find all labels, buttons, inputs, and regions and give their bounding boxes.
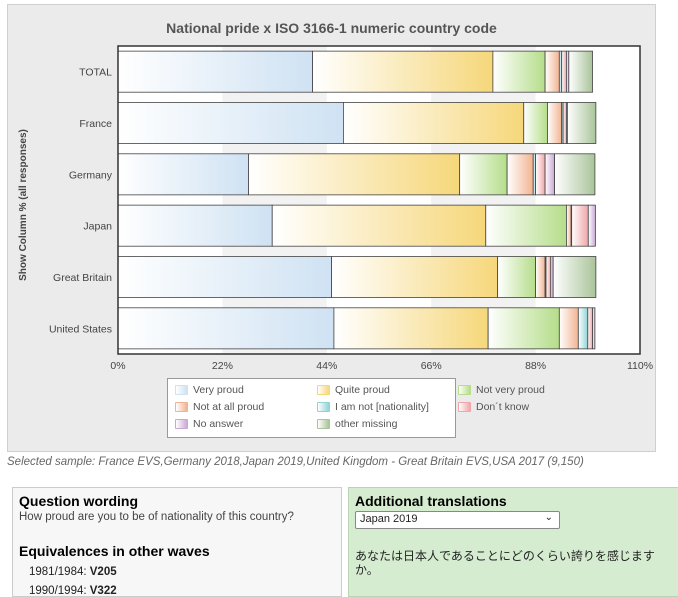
legend-swatch [458, 402, 471, 412]
additional-translations-panel: Additional translations Japan 2019 ⌄ あなた… [348, 487, 678, 597]
legend-item[interactable]: Don´t know [458, 401, 529, 413]
legend-swatch [175, 419, 188, 429]
x-tick-label: 88% [525, 360, 546, 372]
legend-label: Don´t know [476, 401, 530, 413]
wave-label: 1981/1984: [29, 566, 87, 578]
bar-segment[interactable] [312, 50, 494, 93]
chevron-down-icon: ⌄ [544, 512, 553, 523]
bar-segment[interactable] [271, 204, 487, 247]
legend-swatch [317, 402, 330, 412]
legend-item[interactable]: No answer [175, 418, 243, 430]
bar-segment[interactable] [571, 204, 589, 247]
question-wording-panel: Question wording How proud are you to be… [12, 487, 342, 597]
bar-segment[interactable] [566, 204, 572, 247]
wave-label: 1990/1994: [29, 585, 87, 597]
x-tick-label: 66% [421, 360, 442, 372]
bar-segment[interactable] [566, 102, 597, 144]
legend-item[interactable]: other missing [317, 418, 397, 430]
question-wording-text: How proud are you to be of nationality o… [19, 511, 294, 523]
category-label: Germany [69, 169, 113, 181]
legend-label: I am not [nationality] [335, 401, 429, 413]
category-label: United States [49, 323, 112, 335]
legend-item[interactable]: Not at all proud [175, 401, 264, 413]
bar-segment[interactable] [552, 256, 597, 298]
additional-translations-title: Additional translations [355, 493, 507, 509]
wave-row: 1981/1984: V205 [29, 566, 335, 578]
chart-legend: Very proud Quite proud Not very proud Not a… [167, 378, 545, 438]
bar-segment[interactable] [577, 307, 589, 350]
bar-segment[interactable] [568, 50, 593, 93]
bar-segment[interactable] [487, 307, 560, 350]
bar-segment[interactable] [592, 307, 596, 350]
wave-row: 1990/1994: V322 [29, 585, 335, 597]
chart-panel: National pride x ISO 3166-1 numeric coun… [7, 4, 656, 452]
bar-segment[interactable] [562, 102, 567, 144]
bar-segment[interactable] [117, 256, 332, 298]
bar-segment[interactable] [333, 307, 489, 350]
wave-code[interactable]: V322 [90, 585, 117, 597]
bar-segment[interactable] [117, 153, 249, 196]
bar-segment[interactable] [485, 204, 567, 247]
bar-segment[interactable] [547, 102, 563, 144]
x-tick-label: 22% [212, 360, 233, 372]
bar-segment[interactable] [506, 153, 534, 196]
bar-segment[interactable] [587, 307, 593, 350]
bar-segment[interactable] [587, 204, 596, 247]
bar-segment[interactable] [535, 153, 546, 196]
x-tick-label: 0% [110, 360, 125, 372]
legend-label: Very proud [193, 384, 244, 396]
x-tick-label: 110% [627, 360, 653, 372]
legend-label: Not very proud [476, 384, 545, 396]
bar-segment[interactable] [117, 307, 335, 350]
translation-text: あなたは日本人であることにどのくらい誇りを感じますか。 [355, 549, 655, 577]
bar-segment[interactable] [117, 50, 313, 93]
legend-label: Quite proud [335, 384, 390, 396]
wave-code[interactable]: V205 [90, 566, 117, 578]
legend-label: other missing [335, 418, 398, 430]
bar-segment[interactable] [459, 153, 508, 196]
legend-swatch [317, 385, 330, 395]
translation-select[interactable]: Japan 2019 ⌄ [355, 511, 560, 529]
x-tick-label: 44% [316, 360, 337, 372]
category-label: TOTAL [79, 67, 112, 79]
legend-swatch [175, 402, 188, 412]
category-label: Japan [83, 221, 112, 233]
bar-segment[interactable] [523, 102, 548, 144]
category-label: Great Britain [53, 272, 112, 284]
legend-swatch [175, 385, 188, 395]
bar-segment[interactable] [248, 153, 461, 196]
bar-segment[interactable] [117, 102, 344, 144]
bar-segment[interactable] [561, 50, 567, 93]
bar-segment[interactable] [492, 50, 546, 93]
bar-segment[interactable] [497, 256, 536, 298]
translation-select-value: Japan 2019 [360, 513, 418, 525]
legend-item[interactable]: I am not [nationality] [317, 401, 429, 413]
legend-item[interactable]: Very proud [175, 384, 244, 396]
bar-segment[interactable] [558, 307, 579, 350]
bar-segment[interactable] [535, 256, 546, 298]
legend-item[interactable]: Quite proud [317, 384, 390, 396]
bar-segment[interactable] [545, 256, 552, 298]
bar-segment[interactable] [544, 153, 555, 196]
category-label: France [79, 118, 112, 130]
question-wording-title: Question wording [19, 493, 138, 509]
bar-segment[interactable] [331, 256, 499, 298]
legend-label: Not at all proud [193, 401, 265, 413]
bar-segment[interactable] [343, 102, 525, 144]
legend-swatch [458, 385, 471, 395]
legend-swatch [317, 419, 330, 429]
legend-item[interactable]: Not very proud [458, 384, 545, 396]
sample-caption: Selected sample: France EVS,Germany 2018… [7, 456, 584, 468]
bar-segment[interactable] [554, 153, 596, 196]
bar-segment[interactable] [117, 204, 273, 247]
bar-segment[interactable] [544, 50, 560, 93]
equivalences-title: Equivalences in other waves [19, 543, 210, 559]
legend-label: No answer [193, 418, 244, 430]
